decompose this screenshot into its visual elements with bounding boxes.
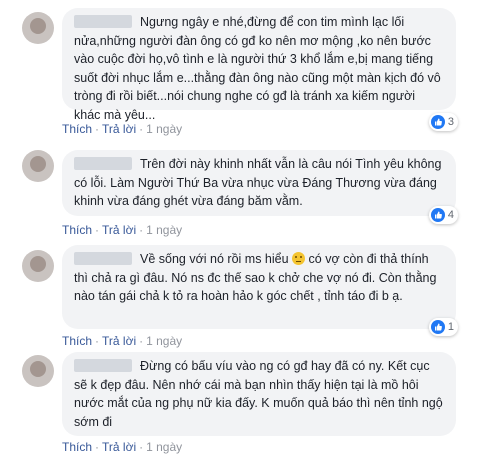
- comment-time[interactable]: 1 ngày: [146, 223, 182, 237]
- comment-actions: Thích · Trả lời · 1 ngày: [62, 334, 182, 348]
- avatar-image: [30, 18, 46, 34]
- comment-bubble: Ngưng ngây e nhé,đừng để con tim mình lạ…: [62, 8, 456, 122]
- comment-time[interactable]: 1 ngày: [146, 122, 182, 136]
- redacted-author-name[interactable]: [74, 15, 132, 28]
- avatar-image: [30, 156, 46, 172]
- comment-actions: Thích · Trả lời · 1 ngày: [62, 223, 182, 237]
- comment-bubble: Đừng có bấu víu vào ng có gđ hay đã có n…: [62, 352, 456, 436]
- separator-dot: ·: [139, 122, 144, 136]
- comment-text-part1: Về sống với nó rồi ms hiểu: [140, 252, 289, 266]
- comment-text: Ngưng ngây e nhé,đừng để con tim mình lạ…: [74, 15, 441, 122]
- comment-time[interactable]: 1 ngày: [146, 440, 182, 454]
- separator-dot: ·: [95, 223, 100, 237]
- reaction-count[interactable]: 4: [428, 206, 458, 224]
- avatar[interactable]: [22, 250, 54, 282]
- comment-bubble: Trên đời này khinh nhất vẫn là câu nói T…: [62, 150, 456, 216]
- separator-dot: ·: [139, 334, 144, 348]
- separator-dot: ·: [95, 122, 100, 136]
- like-link[interactable]: Thích: [62, 440, 92, 454]
- reply-link[interactable]: Trả lời: [102, 122, 136, 136]
- like-icon: [430, 208, 445, 222]
- avatar[interactable]: [22, 12, 54, 44]
- reply-link[interactable]: Trả lời: [102, 440, 136, 454]
- separator-dot: ·: [95, 440, 100, 454]
- separator-dot: ·: [139, 440, 144, 454]
- avatar-image: [30, 361, 46, 377]
- avatar-image: [30, 256, 46, 272]
- redacted-author-name[interactable]: [74, 157, 132, 170]
- reaction-number: 3: [447, 116, 454, 128]
- reaction-number: 1: [447, 321, 454, 333]
- reply-link[interactable]: Trả lời: [102, 334, 136, 348]
- comment-actions: Thích · Trả lời · 1 ngày: [62, 122, 182, 136]
- comment-time[interactable]: 1 ngày: [146, 334, 182, 348]
- reaction-count[interactable]: 3: [428, 113, 458, 131]
- reaction-number: 4: [447, 209, 454, 221]
- like-icon: [430, 320, 445, 334]
- redacted-author-name[interactable]: [74, 252, 132, 265]
- like-link[interactable]: Thích: [62, 223, 92, 237]
- separator-dot: ·: [139, 223, 144, 237]
- like-icon: [430, 115, 445, 129]
- comment-bubble: Về sống với nó rồi ms hiểu có vợ còn đi …: [62, 245, 456, 329]
- reaction-count[interactable]: 1: [428, 318, 458, 336]
- avatar[interactable]: [22, 150, 54, 182]
- confused-face-icon: [292, 252, 306, 265]
- comment-actions: Thích · Trả lời · 1 ngày: [62, 440, 182, 454]
- reply-link[interactable]: Trả lời: [102, 223, 136, 237]
- separator-dot: ·: [95, 334, 100, 348]
- like-link[interactable]: Thích: [62, 122, 92, 136]
- avatar[interactable]: [22, 355, 54, 387]
- like-link[interactable]: Thích: [62, 334, 92, 348]
- redacted-author-name[interactable]: [74, 359, 132, 372]
